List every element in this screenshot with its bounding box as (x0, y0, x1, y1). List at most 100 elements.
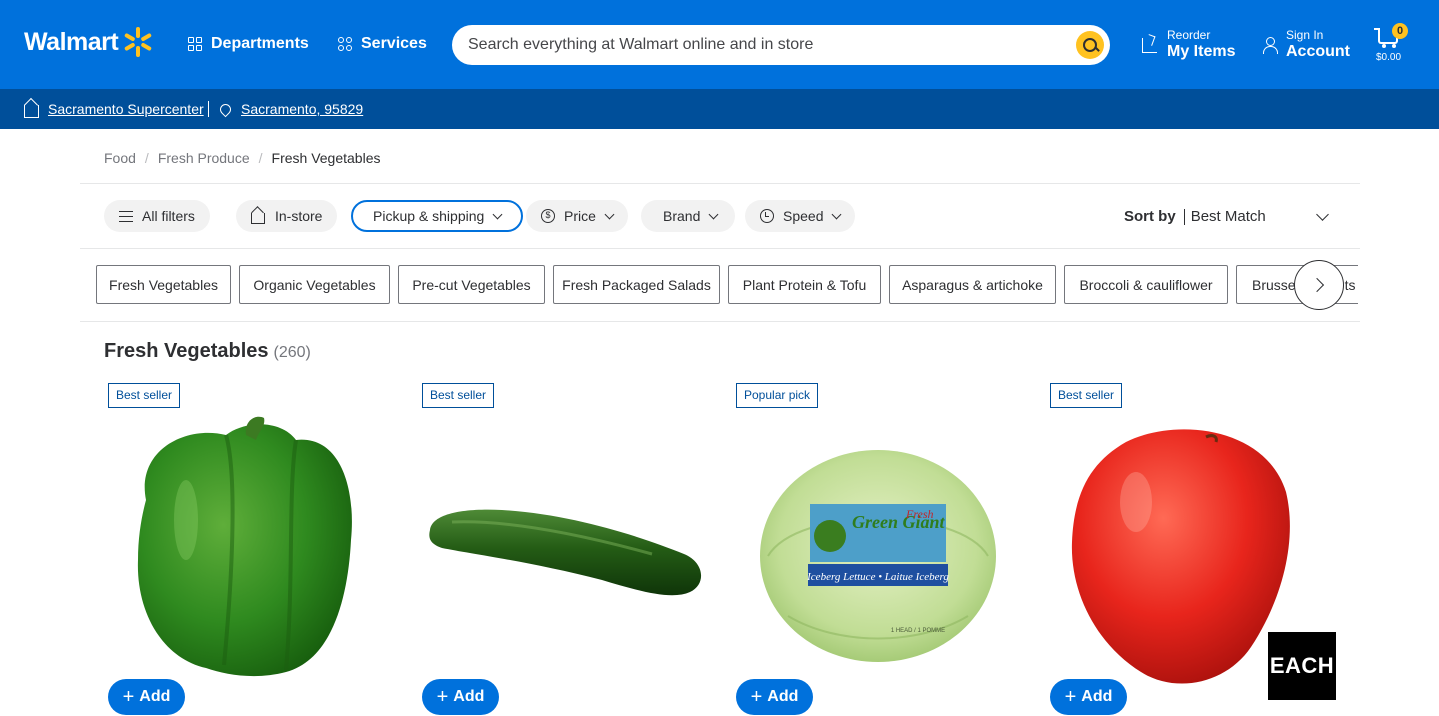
product-card[interactable]: Popular pick Green Giant Fresh Iceberg L… (732, 382, 1032, 716)
results-title: Fresh Vegetables (104, 340, 269, 362)
chip-plant-protein-tofu[interactable]: Plant Protein & Tofu (728, 265, 881, 304)
sort-dropdown[interactable]: Sort by Best Match (1124, 208, 1266, 225)
top-header: Walmart Departments Services Reorder My … (0, 0, 1439, 89)
store-divider (208, 101, 209, 117)
location-pin-icon (217, 101, 234, 117)
store-bar: Sacramento Supercenter Sacramento, 95829 (0, 89, 1439, 129)
plus-icon: + (750, 686, 763, 708)
cart-button[interactable]: 0 $0.00 (1374, 23, 1409, 64)
results-count: (260) (273, 344, 311, 361)
chip-fresh-vegetables[interactable]: Fresh Vegetables (96, 265, 231, 304)
chip-asparagus-artichoke[interactable]: Asparagus & artichoke (889, 265, 1056, 304)
grid-icon (188, 37, 202, 51)
walmart-logo[interactable]: Walmart (24, 26, 154, 58)
in-store-filter[interactable]: In-store (236, 200, 338, 232)
product-card[interactable]: Best seller + Add (104, 382, 404, 716)
chip-pre-cut-vegetables[interactable]: Pre-cut Vegetables (398, 265, 545, 304)
category-chips: Fresh Vegetables Organic Vegetables Pre-… (96, 265, 1358, 305)
sort-value: Best Match (1190, 208, 1266, 225)
chip-broccoli-cauliflower[interactable]: Broccoli & cauliflower (1064, 265, 1228, 304)
chevron-right-icon[interactable] (1294, 260, 1344, 310)
spark-icon (122, 26, 154, 58)
price-filter[interactable]: $ Price (526, 200, 628, 232)
search-input[interactable] (468, 25, 1058, 65)
reorder-big-label: My Items (1167, 42, 1236, 60)
person-icon (1263, 37, 1278, 55)
pack-text: 1 HEAD / 1 POMME (891, 628, 945, 634)
chevron-down-icon (492, 209, 503, 219)
services-button[interactable]: Services (338, 35, 427, 53)
store-icon (24, 104, 39, 118)
all-filters-button[interactable]: All filters (104, 200, 210, 232)
price-label: Price (564, 208, 596, 224)
reorder-small-label: Reorder (1167, 28, 1211, 42)
location-text: Sacramento, 95829 (241, 101, 364, 117)
store-selector[interactable]: Sacramento Supercenter (24, 101, 204, 118)
clock-icon (760, 209, 774, 223)
chevron-down-icon (832, 209, 842, 219)
pickup-shipping-filter[interactable]: Pickup & shipping (351, 200, 524, 232)
label-text: Iceberg Lettuce • Laitue Iceberg (806, 571, 949, 583)
results-heading: Fresh Vegetables (260) (104, 340, 311, 363)
cart-total: $0.00 (1376, 52, 1402, 63)
chevron-down-icon[interactable] (1316, 208, 1329, 221)
store-icon (251, 212, 265, 224)
location-selector[interactable]: Sacramento, 95829 (217, 101, 364, 117)
reorder-icon (1142, 37, 1157, 53)
account-button[interactable]: Sign In Account (1263, 28, 1350, 61)
store-name: Sacramento Supercenter (48, 101, 204, 117)
logo-text: Walmart (24, 27, 119, 56)
chevron-down-icon (708, 209, 719, 219)
dollar-icon: $ (541, 209, 555, 223)
add-to-cart-button[interactable]: + Add (736, 679, 813, 715)
departments-label: Departments (211, 35, 309, 52)
cucumber-image[interactable] (422, 492, 712, 612)
breadcrumb: Food / Fresh Produce / Fresh Vegetables (104, 150, 381, 166)
add-label: Add (767, 688, 799, 705)
search-bar (452, 25, 1110, 65)
departments-button[interactable]: Departments (188, 35, 309, 53)
brand-filter[interactable]: Brand (641, 200, 736, 232)
breadcrumb-fresh-produce[interactable]: Fresh Produce (158, 150, 250, 166)
sort-divider (1183, 208, 1185, 225)
green-bell-pepper-image[interactable] (116, 410, 386, 680)
add-to-cart-button[interactable]: + Add (108, 679, 185, 715)
best-seller-badge: Best seller (108, 383, 181, 408)
in-store-label: In-store (275, 208, 323, 224)
filter-icon (119, 210, 133, 222)
search-icon[interactable] (1076, 31, 1104, 59)
divider (80, 248, 1360, 249)
speed-filter[interactable]: Speed (745, 200, 856, 232)
breadcrumb-separator: / (144, 150, 149, 166)
chevron-down-icon (604, 209, 615, 219)
chip-fresh-packaged-salads[interactable]: Fresh Packaged Salads (553, 265, 720, 304)
divider (80, 321, 1360, 322)
add-to-cart-button[interactable]: + Add (422, 679, 499, 715)
best-seller-badge: Best seller (422, 383, 495, 408)
speed-label: Speed (783, 208, 824, 224)
reorder-button[interactable]: Reorder My Items (1142, 28, 1236, 61)
chip-label: Pre-cut Vegetables (412, 276, 531, 293)
brand-sub-text: Fresh (905, 507, 934, 521)
breadcrumb-food[interactable]: Food (104, 150, 136, 166)
chip-label: Fresh Vegetables (109, 276, 218, 293)
best-seller-badge: Best seller (1050, 383, 1123, 408)
iceberg-lettuce-image[interactable]: Green Giant Fresh Iceberg Lettuce • Lait… (758, 446, 998, 666)
chip-label: Broccoli & cauliflower (1079, 276, 1213, 293)
add-label: Add (139, 688, 171, 705)
pickup-shipping-label: Pickup & shipping (373, 208, 485, 224)
chip-organic-vegetables[interactable]: Organic Vegetables (239, 265, 390, 304)
popular-pick-badge: Popular pick (736, 383, 819, 408)
account-small-label: Sign In (1286, 28, 1324, 42)
account-big-label: Account (1286, 42, 1350, 60)
add-to-cart-button[interactable]: + Add (1050, 679, 1127, 715)
plus-icon: + (436, 686, 449, 708)
chip-label: Organic Vegetables (253, 276, 376, 293)
add-label: Add (1081, 688, 1113, 705)
each-overlay-badge: EACH (1268, 632, 1336, 700)
breadcrumb-current: Fresh Vegetables (271, 150, 381, 166)
all-filters-label: All filters (142, 208, 195, 224)
product-card[interactable]: Best seller + Add (418, 382, 718, 716)
roma-tomato-image[interactable] (1066, 422, 1296, 690)
cart-count-badge: 0 (1392, 23, 1408, 39)
